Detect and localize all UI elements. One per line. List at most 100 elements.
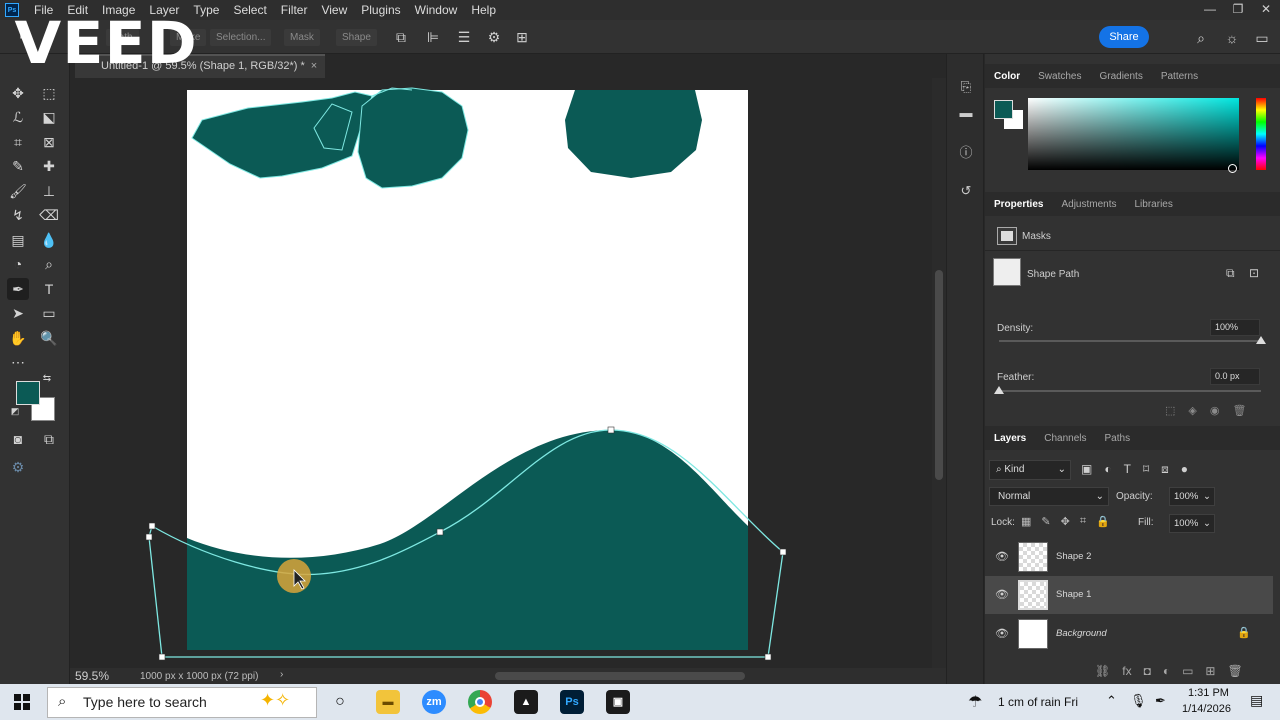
lock-all-icon[interactable]: 🔒: [1096, 515, 1110, 528]
layer-row-shape-2[interactable]: 👁 Shape 2: [985, 538, 1273, 576]
filter-toggle-icon[interactable]: ●: [1181, 462, 1188, 477]
apply-mask-icon[interactable]: ◈: [1188, 404, 1196, 417]
anchor-point[interactable]: [145, 533, 153, 541]
shape-filter-icon[interactable]: ⌑: [1143, 462, 1149, 477]
hue-slider[interactable]: [1256, 98, 1266, 170]
actions-panel-icon[interactable]: ↺: [957, 182, 975, 200]
make-selection-button[interactable]: Selection...: [210, 29, 272, 46]
pen-ink-icon[interactable]: ✒: [1155, 693, 1166, 709]
swap-colors-icon[interactable]: ⇆: [40, 372, 54, 386]
zoom-level[interactable]: 59.5%: [75, 669, 109, 683]
zoom-tool-icon[interactable]: 🔍: [38, 327, 60, 349]
new-layer-icon[interactable]: ⊞: [1205, 664, 1215, 678]
weather-icon[interactable]: ☂: [968, 692, 982, 712]
history-panel-icon[interactable]: ⎘: [957, 78, 975, 96]
tab-layers[interactable]: Layers: [985, 433, 1035, 444]
healing-brush-tool-icon[interactable]: ✚: [38, 155, 60, 177]
lasso-tool-icon[interactable]: ℒ: [7, 106, 29, 128]
cortana-icon[interactable]: ○: [328, 690, 352, 714]
tab-adjustments[interactable]: Adjustments: [1052, 199, 1125, 210]
clock-time[interactable]: 1:31 PM: [1188, 687, 1229, 699]
clock-date[interactable]: 1/14/2026: [1182, 703, 1231, 715]
feather-slider-handle[interactable]: [994, 386, 1004, 394]
path-selection-tool-icon[interactable]: ➤: [7, 302, 29, 324]
photoshop-taskbar-icon[interactable]: Ps: [560, 690, 584, 714]
canvas-area[interactable]: [70, 78, 932, 668]
layer-style-icon[interactable]: fx: [1122, 664, 1131, 678]
marquee-tool-icon[interactable]: ⬚: [38, 82, 60, 104]
fill-input[interactable]: 100% ⌄: [1169, 514, 1215, 533]
density-input[interactable]: 100%: [1210, 319, 1260, 336]
object-selection-tool-icon[interactable]: ⬕: [38, 106, 60, 128]
eraser-tool-icon[interactable]: ⌫: [38, 204, 60, 226]
image-filter-icon[interactable]: ▣: [1081, 462, 1092, 477]
feather-input[interactable]: 0.0 px: [1210, 368, 1260, 385]
zoom-app-icon[interactable]: zm: [422, 690, 446, 714]
hand-tool-icon[interactable]: ✋: [7, 327, 29, 349]
menu-help[interactable]: Help: [464, 3, 503, 17]
menu-view[interactable]: View: [314, 3, 354, 17]
windows-start-icon[interactable]: [14, 694, 30, 710]
horizontal-scroll-thumb[interactable]: [495, 672, 745, 680]
visibility-eye-icon[interactable]: 👁: [995, 550, 1009, 563]
tab-paths[interactable]: Paths: [1096, 433, 1140, 444]
feather-slider[interactable]: [999, 390, 1261, 392]
discover-icon[interactable]: ☼: [1222, 28, 1242, 48]
comments-panel-icon[interactable]: ▬: [957, 104, 975, 122]
affinity-app-icon[interactable]: ▲: [514, 690, 538, 714]
frame-tool-icon[interactable]: ⊠: [38, 131, 60, 153]
weather-text[interactable]: 1 cm of rain Fri: [998, 695, 1078, 709]
make-mask-button[interactable]: Mask: [284, 29, 320, 46]
document-info[interactable]: 1000 px x 1000 px (72 ppi): [140, 671, 258, 682]
gear-icon[interactable]: ⚙: [485, 28, 503, 46]
taskbar-search-box[interactable]: ⌕ Type here to search ✦✧: [47, 687, 317, 718]
add-mask-icon[interactable]: ⧉: [1226, 266, 1235, 281]
blend-mode-select[interactable]: Normal ⌄: [989, 487, 1109, 506]
path-operations-icon[interactable]: ⧉: [392, 28, 410, 46]
color-picker-handle[interactable]: [1228, 164, 1237, 173]
menu-filter[interactable]: Filter: [274, 3, 315, 17]
blur-tool-icon[interactable]: 💧: [38, 229, 60, 251]
anchor-point[interactable]: [764, 653, 772, 661]
history-brush-tool-icon[interactable]: ↯: [7, 204, 29, 226]
brush-tool-icon[interactable]: 🖌: [7, 180, 29, 202]
visibility-eye-icon[interactable]: 👁: [995, 588, 1009, 601]
opacity-input[interactable]: 100% ⌄: [1169, 487, 1215, 506]
vector-mask-icon[interactable]: ⊡: [1249, 266, 1259, 280]
anchor-point[interactable]: [607, 426, 615, 434]
info-panel-icon[interactable]: ⓘ: [957, 144, 975, 162]
tab-color[interactable]: Color: [985, 71, 1029, 82]
color-picker-field[interactable]: [1028, 98, 1239, 170]
canvas-vertical-scrollbar[interactable]: [932, 78, 946, 668]
share-button[interactable]: Share: [1099, 26, 1149, 48]
status-arrow-icon[interactable]: ›: [280, 669, 283, 680]
smart-object-filter-icon[interactable]: ⧈: [1161, 462, 1169, 477]
microphone-icon[interactable]: 🎙: [1130, 693, 1147, 709]
visibility-eye-icon[interactable]: 👁: [995, 627, 1009, 640]
dodge-tool-icon[interactable]: ◔: [7, 253, 29, 275]
layer-row-shape-1[interactable]: 👁 Shape 1: [985, 576, 1273, 614]
chrome-icon[interactable]: [468, 690, 492, 714]
tab-properties[interactable]: Properties: [985, 199, 1052, 210]
anchor-point[interactable]: [158, 653, 166, 661]
lock-artboard-icon[interactable]: ⌗: [1080, 515, 1086, 528]
path-alignment-icon[interactable]: ⊫: [424, 28, 442, 46]
document-canvas[interactable]: [70, 78, 932, 668]
adjustment-layer-icon[interactable]: ◐: [1163, 664, 1170, 678]
screen-mode-icon[interactable]: ⧉: [38, 428, 60, 450]
make-shape-button[interactable]: Shape: [336, 29, 377, 46]
color-panel-foreground-swatch[interactable]: [994, 100, 1013, 119]
adjustment-filter-icon[interactable]: ◐: [1104, 462, 1111, 477]
layer-filter-select[interactable]: ⌕ Kind ⌄: [989, 460, 1071, 480]
lock-pixels-icon[interactable]: ✎: [1041, 515, 1050, 528]
restore-icon[interactable]: ❐: [1224, 0, 1252, 20]
vertical-scroll-thumb[interactable]: [935, 270, 943, 480]
link-layers-icon[interactable]: ⛓: [1095, 664, 1110, 678]
tab-libraries[interactable]: Libraries: [1126, 199, 1182, 210]
load-selection-icon[interactable]: ⬚: [1165, 404, 1175, 417]
magnify-tool-icon[interactable]: ⌕: [38, 253, 60, 275]
type-filter-icon[interactable]: T: [1124, 462, 1131, 477]
tab-channels[interactable]: Channels: [1035, 433, 1095, 444]
align-edges-icon[interactable]: ⊞: [513, 28, 531, 46]
foreground-color-swatch[interactable]: [16, 381, 40, 405]
